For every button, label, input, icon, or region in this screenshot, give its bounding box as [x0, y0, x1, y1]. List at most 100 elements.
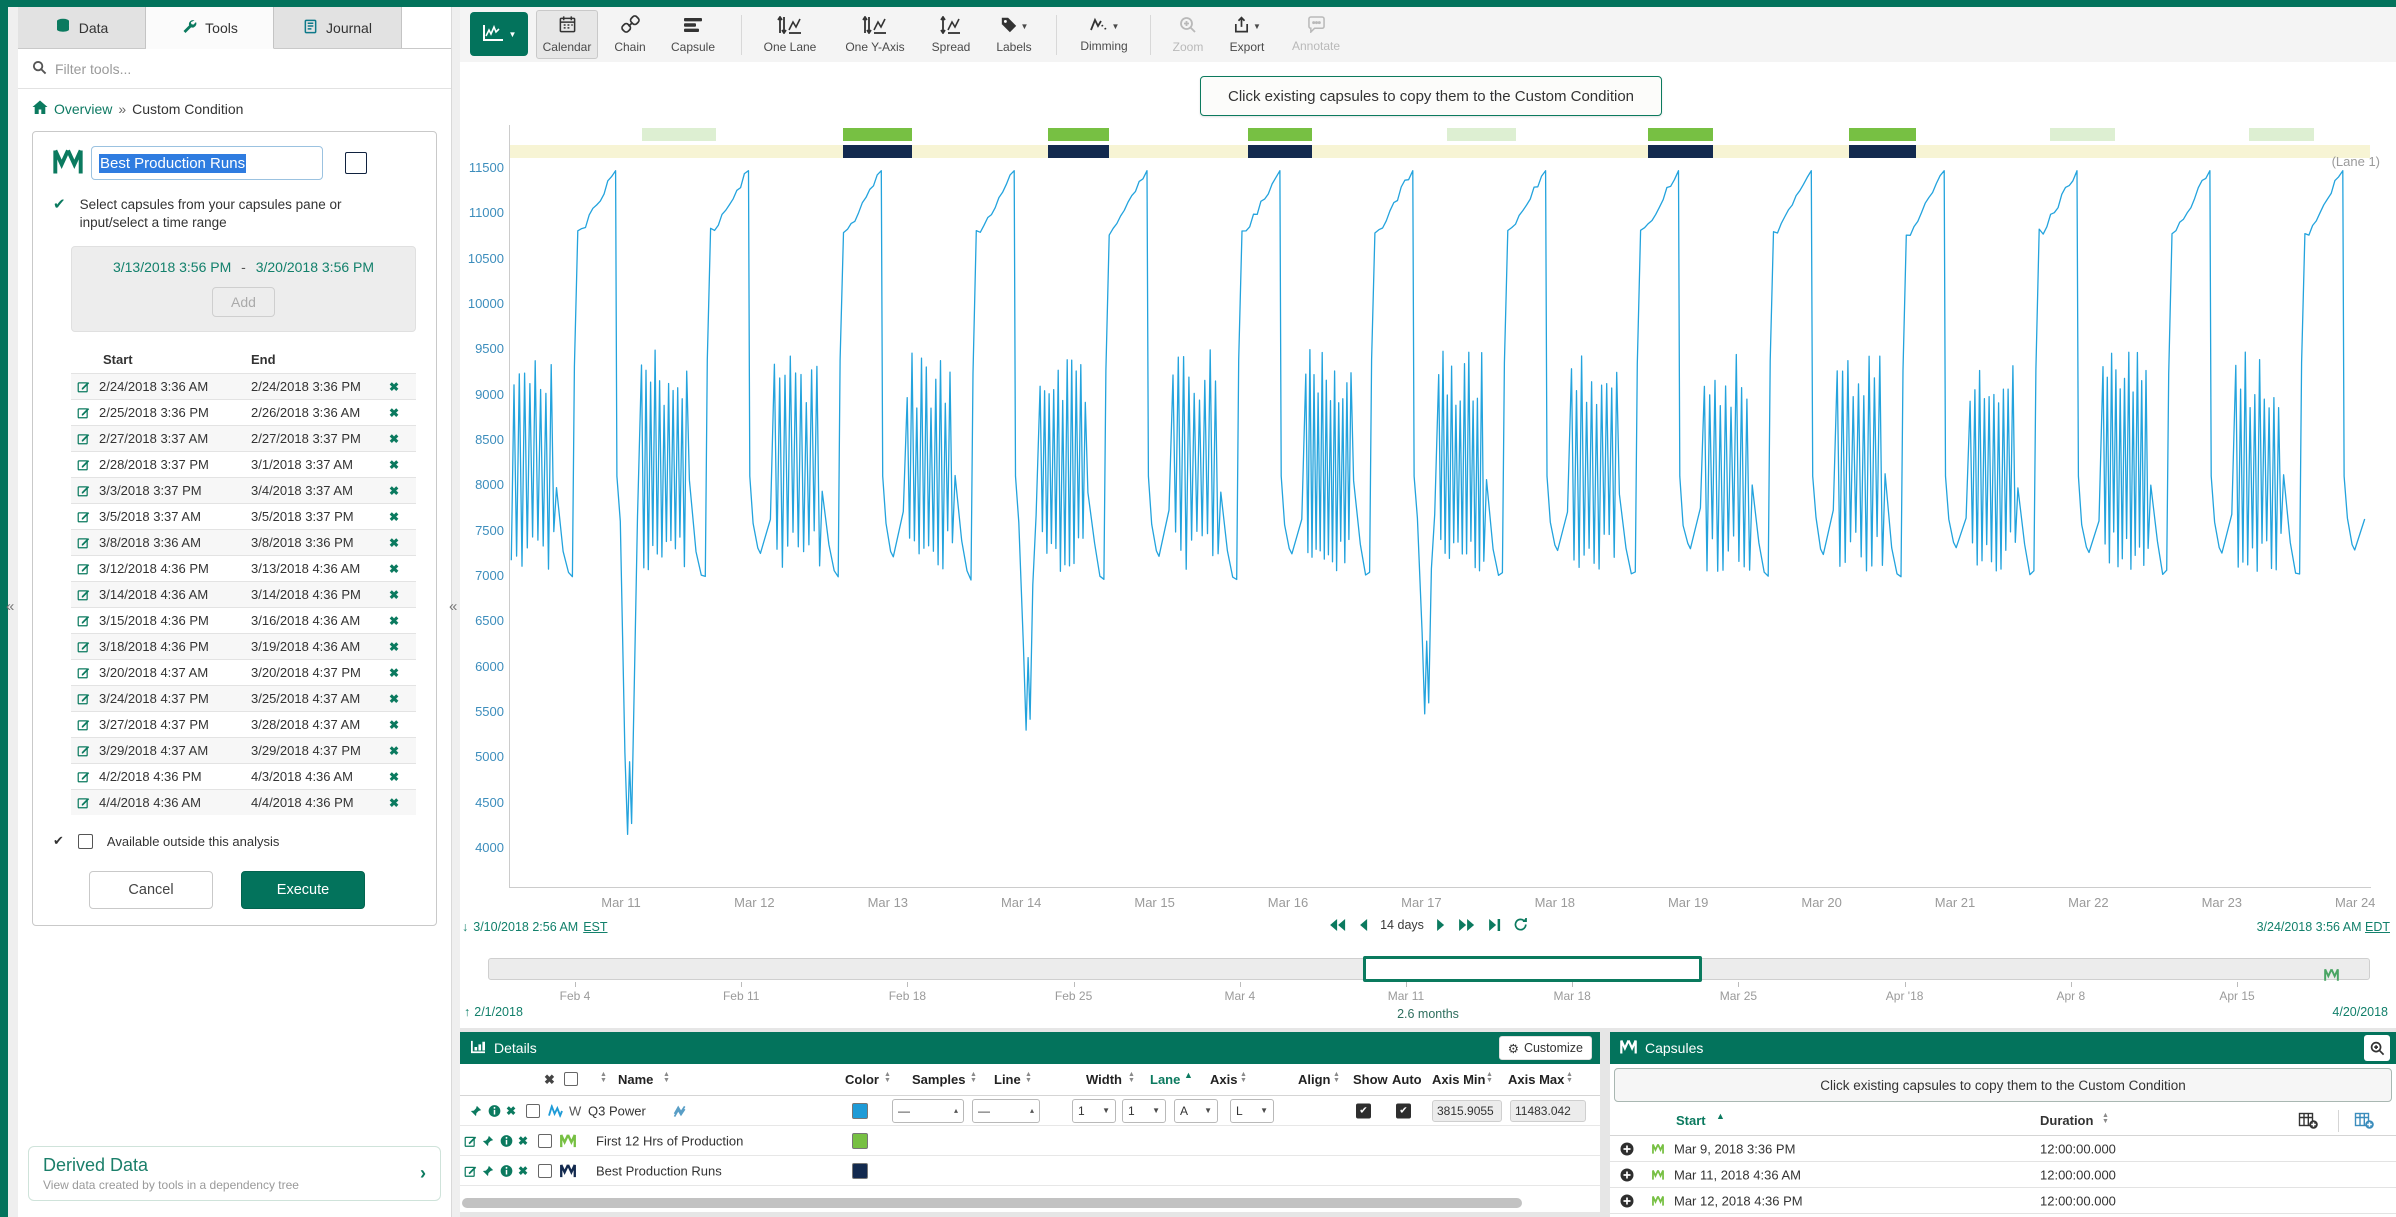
filter-tools-input[interactable] [55, 61, 385, 77]
edit-capsule-icon[interactable] [77, 380, 99, 393]
display-end-tz[interactable]: EDT [2365, 920, 2390, 934]
color-swatch[interactable] [852, 1103, 868, 1119]
remove-capsule-icon[interactable]: ✖ [389, 562, 399, 576]
capsule-list-row[interactable]: Mar 9, 2018 3:36 PM12:00:00.000 [1610, 1136, 2396, 1162]
width-select[interactable]: 1▼ [1072, 1099, 1116, 1123]
edit-capsule-icon[interactable] [77, 640, 99, 653]
item-name[interactable]: Best Production Runs [596, 1163, 722, 1178]
remove-item-icon[interactable]: ✖ [506, 1104, 516, 1118]
magnifier-button[interactable] [2364, 1035, 2390, 1061]
export-button[interactable]: ▼ Export [1218, 10, 1276, 59]
edit-capsule-icon[interactable] [77, 406, 99, 419]
capsule-time-button[interactable]: Capsule [661, 10, 725, 59]
condition-name-input[interactable]: Best Production Runs [91, 146, 323, 180]
refresh-icon[interactable] [1513, 917, 1528, 932]
step-back-button[interactable] [1358, 918, 1368, 932]
step-forward-much-button[interactable] [1458, 918, 1476, 932]
remove-capsule-icon[interactable]: ✖ [389, 406, 399, 420]
customize-button[interactable]: ⚙ Customize [1499, 1036, 1592, 1060]
remove-item-icon[interactable]: ✖ [518, 1134, 528, 1148]
edit-capsule-icon[interactable] [77, 718, 99, 731]
horizontal-scrollbar[interactable] [462, 1198, 1522, 1208]
sort-toggle[interactable]: ▲▼ [1025, 1072, 1032, 1084]
remove-capsule-icon[interactable]: ✖ [389, 796, 399, 810]
remove-capsule-icon[interactable]: ✖ [389, 588, 399, 602]
display-start-tz[interactable]: EST [583, 920, 607, 934]
edit-icon[interactable] [464, 1164, 477, 1177]
add-capsule-icon[interactable] [1620, 1194, 1634, 1208]
col-duration[interactable]: Duration [2040, 1113, 2093, 1128]
signal-plot[interactable] [510, 125, 2370, 887]
col-axis[interactable]: Axis [1210, 1072, 1237, 1087]
remove-capsule-icon[interactable]: ✖ [389, 770, 399, 784]
edit-capsule-icon[interactable] [77, 562, 99, 575]
info-icon[interactable] [500, 1134, 513, 1147]
add-capsule-icon[interactable] [1620, 1142, 1634, 1156]
edit-capsule-icon[interactable] [77, 484, 99, 497]
info-icon[interactable] [488, 1104, 501, 1117]
samples-dropdown[interactable]: —▴ [892, 1099, 964, 1123]
calendar-button[interactable]: Calendar [536, 10, 598, 59]
remove-capsule-icon[interactable]: ✖ [389, 666, 399, 680]
axis-min-input[interactable]: 3815.9055 [1432, 1100, 1502, 1122]
edit-capsule-icon[interactable] [77, 536, 99, 549]
col-axis-max[interactable]: Axis Max [1508, 1072, 1564, 1087]
edit-capsule-icon[interactable] [77, 796, 99, 809]
range-duration-label[interactable]: 2.6 months [1397, 1007, 1459, 1021]
collapse-sidebar-button[interactable]: « [449, 598, 457, 615]
col-line[interactable]: Line [994, 1072, 1021, 1087]
col-align[interactable]: Align [1298, 1072, 1331, 1087]
trend-chart[interactable]: Click existing capsules to copy them to … [460, 62, 2396, 952]
remove-capsule-icon[interactable]: ✖ [389, 380, 399, 394]
edit-capsule-icon[interactable] [77, 614, 99, 627]
info-icon[interactable] [500, 1164, 513, 1177]
remove-capsule-icon[interactable]: ✖ [389, 744, 399, 758]
edit-capsule-icon[interactable] [77, 770, 99, 783]
col-color[interactable]: Color [845, 1072, 879, 1087]
col-start[interactable]: Start [1676, 1113, 1706, 1128]
auto-checkbox[interactable]: ✔ [1396, 1103, 1411, 1118]
remove-capsule-icon[interactable]: ✖ [389, 536, 399, 550]
cancel-button[interactable]: Cancel [89, 871, 213, 909]
sort-toggle[interactable]: ▲▼ [2102, 1113, 2109, 1125]
home-icon[interactable] [32, 100, 48, 118]
spread-button[interactable]: Spread [922, 10, 980, 59]
col-samples[interactable]: Samples [912, 1072, 965, 1087]
sort-toggle[interactable]: ▲▼ [884, 1072, 891, 1084]
edit-capsule-icon[interactable] [77, 458, 99, 471]
row-checkbox[interactable] [538, 1164, 552, 1178]
axis-max-input[interactable]: 11483.042 [1510, 1100, 1586, 1122]
pin-icon[interactable] [482, 1135, 494, 1147]
add-column-icon[interactable] [2298, 1110, 2318, 1133]
range-end-link[interactable]: 3/20/2018 3:56 PM [256, 259, 374, 275]
duration-label[interactable]: 14 days [1380, 918, 1424, 932]
color-swatch[interactable] [852, 1163, 868, 1179]
tab-tools[interactable]: Tools [146, 7, 274, 49]
item-name[interactable]: Q3 Power [588, 1103, 646, 1118]
derived-data-card[interactable]: Derived Data View data created by tools … [28, 1146, 441, 1201]
color-swatch[interactable] [852, 1133, 868, 1149]
remove-capsule-icon[interactable]: ✖ [389, 614, 399, 628]
align-select[interactable]: L▼ [1230, 1099, 1274, 1123]
pin-icon[interactable] [470, 1105, 482, 1117]
edit-capsule-icon[interactable] [77, 666, 99, 679]
range-start-label[interactable]: ↑ 2/1/2018 [464, 1005, 523, 1019]
sort-toggle[interactable]: ▲▼ [1128, 1072, 1135, 1084]
range-selection-window[interactable] [1363, 956, 1702, 982]
labels-button[interactable]: ▼ Labels [984, 10, 1044, 59]
range-end-label[interactable]: 4/20/2018 [2332, 1005, 2388, 1019]
spread-mini-icon[interactable] [673, 1104, 689, 1117]
edit-capsule-icon[interactable] [77, 510, 99, 523]
available-outside-checkbox[interactable] [78, 834, 93, 849]
capsule-list-row[interactable]: Mar 11, 2018 4:36 AM12:00:00.000 [1610, 1162, 2396, 1188]
edit-capsule-icon[interactable] [77, 588, 99, 601]
sort-toggle[interactable]: ▲▼ [1486, 1072, 1493, 1084]
remove-capsule-icon[interactable]: ✖ [389, 718, 399, 732]
one-lane-button[interactable]: One Lane [752, 10, 828, 59]
dimming-button[interactable]: ▼ Dimming [1068, 10, 1140, 59]
remove-all-icon[interactable]: ✖ [544, 1072, 555, 1088]
edit-capsule-icon[interactable] [77, 692, 99, 705]
edit-capsule-icon[interactable] [77, 432, 99, 445]
chain-button[interactable]: Chain [603, 10, 657, 59]
tab-data[interactable]: Data [18, 7, 146, 48]
